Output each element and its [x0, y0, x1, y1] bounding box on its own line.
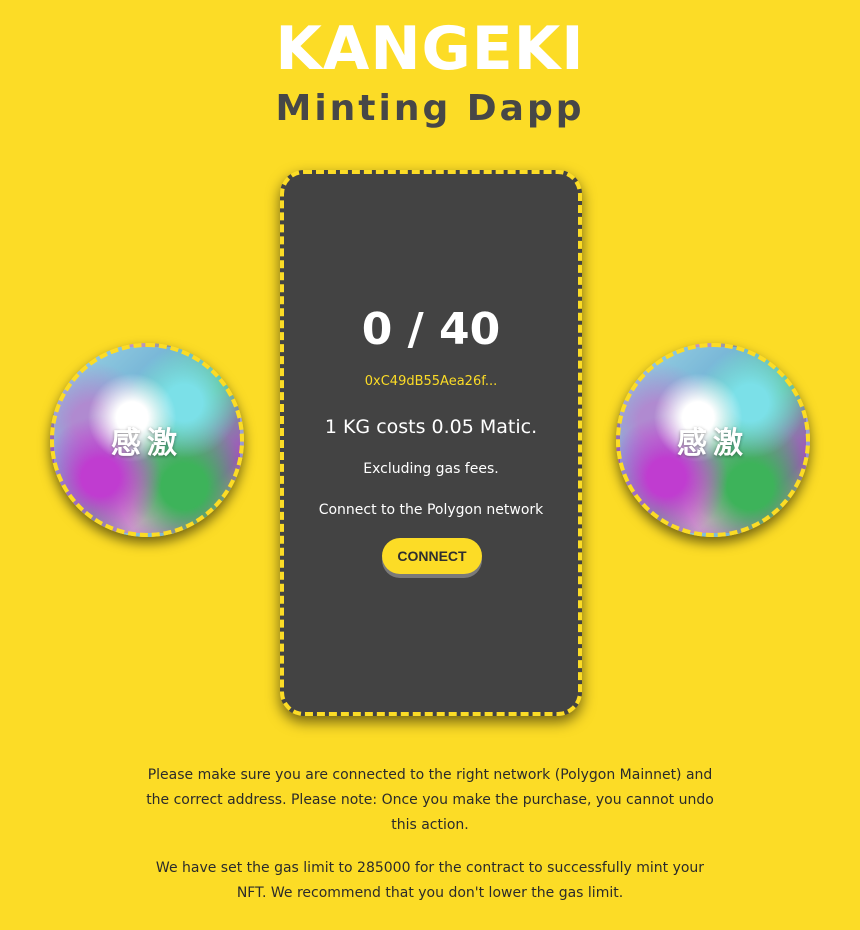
gas-limit-notice: We have set the gas limit to 285000 for … [155, 860, 705, 901]
nft-preview-right-text: 感激 [677, 426, 749, 461]
nft-preview-left-text: 感激 [111, 426, 183, 461]
network-notice: Please make sure you are connected to th… [146, 767, 714, 833]
nft-preview-left: 感激 [50, 343, 244, 537]
network-prompt: Connect to the Polygon network [318, 502, 544, 518]
contract-address-link[interactable]: 0xC49dB55Aea26f... [284, 374, 578, 389]
gas-note: Excluding gas fees. [363, 461, 499, 477]
logo: KANGEKI [275, 14, 585, 84]
supply-counter: 0 / 40 [361, 304, 501, 355]
mint-cost: 1 KG costs 0.05 Matic. [324, 416, 538, 438]
connect-button[interactable]: CONNECT [382, 538, 482, 574]
page-subtitle: Minting Dapp [275, 88, 585, 129]
nft-preview-right: 感激 [616, 343, 810, 537]
mint-card: 0 / 40 0xC49dB55Aea26f... 1 KG costs 0.0… [280, 170, 582, 716]
